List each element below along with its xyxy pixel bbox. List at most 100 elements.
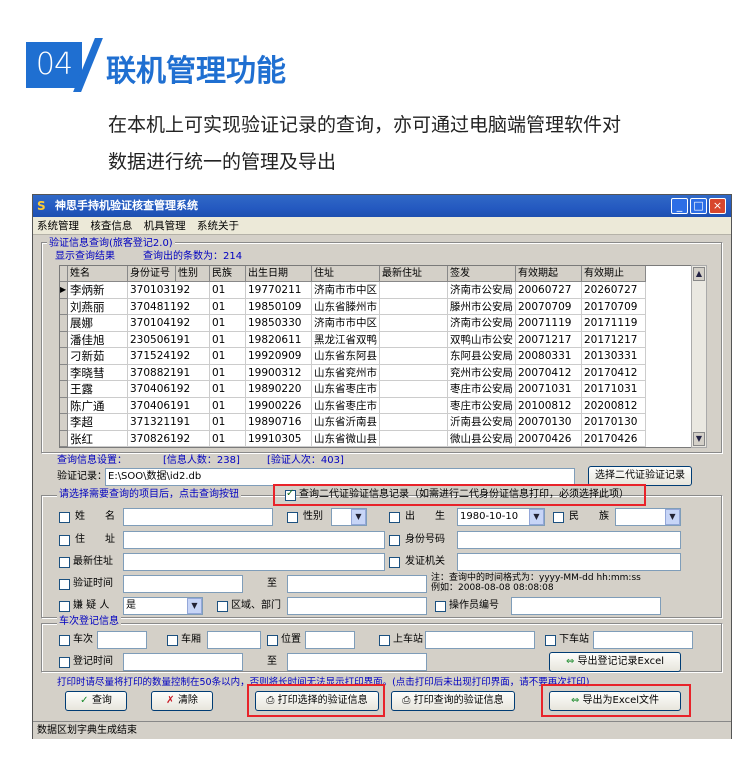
table-cell[interactable]: 枣庄市公安局 <box>448 381 516 398</box>
table-cell[interactable]: 刘燕丽 <box>68 298 128 315</box>
address-checkbox[interactable] <box>59 535 70 546</box>
table-cell[interactable] <box>380 397 448 414</box>
table-cell[interactable]: 王露 <box>68 381 128 398</box>
table-cell[interactable]: 19900312 <box>246 364 312 381</box>
board-field[interactable] <box>425 631 535 649</box>
table-cell[interactable] <box>380 298 448 315</box>
table-cell[interactable]: 山东省枣庄市 <box>312 397 380 414</box>
address-field[interactable] <box>123 531 385 549</box>
latest-address-checkbox[interactable] <box>59 557 70 568</box>
column-header[interactable]: 身份证号 <box>128 266 176 282</box>
table-cell[interactable]: 20080331 <box>516 348 582 365</box>
row-indicator[interactable] <box>60 430 68 447</box>
ethnic-checkbox[interactable] <box>553 512 564 523</box>
table-cell[interactable] <box>380 315 448 332</box>
issuer-field[interactable] <box>457 553 681 571</box>
table-cell[interactable] <box>380 381 448 398</box>
table-cell[interactable] <box>380 414 448 431</box>
gender-checkbox[interactable] <box>287 512 298 523</box>
table-cell[interactable]: 370406192 <box>128 381 210 398</box>
row-indicator[interactable] <box>60 298 68 315</box>
latest-address-field[interactable] <box>123 553 385 571</box>
table-cell[interactable]: 370826192 <box>128 430 210 447</box>
table-cell[interactable]: 01 <box>210 298 246 315</box>
table-cell[interactable]: 山东省微山县 <box>312 430 380 447</box>
table-cell[interactable]: 双鸭山市公安 <box>448 331 516 348</box>
reg-time-from-field[interactable] <box>123 653 243 671</box>
table-cell[interactable]: 20070412 <box>516 364 582 381</box>
table-cell[interactable]: 黑龙江省双鸭 <box>312 331 380 348</box>
table-cell[interactable]: 20170412 <box>582 364 646 381</box>
operator-checkbox[interactable] <box>435 601 446 612</box>
table-cell[interactable]: 370882191 <box>128 364 210 381</box>
table-cell[interactable]: 01 <box>210 414 246 431</box>
row-indicator[interactable] <box>60 381 68 398</box>
table-cell[interactable]: 济南市公安局 <box>448 315 516 332</box>
table-cell[interactable]: 20171119 <box>582 315 646 332</box>
table-cell[interactable]: 山东省枣庄市 <box>312 381 380 398</box>
alight-field[interactable] <box>593 631 693 649</box>
table-cell[interactable] <box>380 364 448 381</box>
table-cell[interactable] <box>380 430 448 447</box>
menu-system-manage[interactable]: 系统管理 <box>33 217 83 235</box>
table-cell[interactable]: 20100812 <box>516 397 582 414</box>
table-cell[interactable]: 370406191 <box>128 397 210 414</box>
table-cell[interactable]: 济南市市中区 <box>312 282 380 299</box>
column-header[interactable]: 最新住址 <box>380 266 448 282</box>
table-cell[interactable]: 20170426 <box>582 430 646 447</box>
table-cell[interactable]: 01 <box>210 397 246 414</box>
table-cell[interactable]: 20071031 <box>516 381 582 398</box>
scroll-down-icon[interactable]: ▼ <box>693 432 705 446</box>
table-cell[interactable]: 19890716 <box>246 414 312 431</box>
table-cell[interactable]: 20171031 <box>582 381 646 398</box>
table-cell[interactable]: 微山县公安局 <box>448 430 516 447</box>
table-cell[interactable]: 潘佳旭 <box>68 331 128 348</box>
table-cell[interactable]: 济南市公安局 <box>448 282 516 299</box>
table-cell[interactable]: 01 <box>210 282 246 299</box>
table-cell[interactable]: 20170709 <box>582 298 646 315</box>
table-cell[interactable]: 19820611 <box>246 331 312 348</box>
table-cell[interactable]: 20060727 <box>516 282 582 299</box>
table-cell[interactable]: 20200812 <box>582 397 646 414</box>
region-checkbox[interactable] <box>217 601 228 612</box>
clear-button[interactable]: ✗ 清除 <box>151 691 213 711</box>
birth-checkbox[interactable] <box>389 512 400 523</box>
menu-about[interactable]: 系统关于 <box>193 217 243 235</box>
row-indicator[interactable]: ▶ <box>60 282 68 299</box>
gender-dropdown-icon[interactable]: ▼ <box>351 509 366 525</box>
idnum-checkbox[interactable] <box>389 535 400 546</box>
suspect-checkbox[interactable] <box>59 601 70 612</box>
verify-time-from-field[interactable] <box>123 575 243 593</box>
table-cell[interactable]: 19850109 <box>246 298 312 315</box>
table-cell[interactable] <box>380 282 448 299</box>
table-cell[interactable]: 19890220 <box>246 381 312 398</box>
table-cell[interactable]: 20071217 <box>516 331 582 348</box>
train-no-checkbox[interactable] <box>59 635 70 646</box>
table-cell[interactable]: 李炳新 <box>68 282 128 299</box>
ethnic-dropdown-icon[interactable]: ▼ <box>665 509 680 525</box>
carriage-field[interactable] <box>207 631 261 649</box>
reg-time-to-field[interactable] <box>287 653 427 671</box>
table-cell[interactable]: 01 <box>210 315 246 332</box>
name-checkbox[interactable] <box>59 512 70 523</box>
export-registration-button[interactable]: ⇔ 导出登记记录Excel <box>549 652 681 672</box>
scroll-up-icon[interactable]: ▲ <box>693 267 705 281</box>
column-header[interactable]: 有效期止 <box>582 266 646 282</box>
carriage-checkbox[interactable] <box>167 635 178 646</box>
table-cell[interactable]: 滕州市公安局 <box>448 298 516 315</box>
verify-time-checkbox[interactable] <box>59 579 70 590</box>
column-header[interactable]: 姓名 <box>68 266 128 282</box>
table-cell[interactable]: 230506191 <box>128 331 210 348</box>
minimize-button[interactable]: _ <box>671 198 688 214</box>
column-header[interactable]: 民族 <box>210 266 246 282</box>
table-cell[interactable]: 李超 <box>68 414 128 431</box>
window-titlebar[interactable]: 神思手持机验证核查管理系统 <box>33 195 731 217</box>
table-cell[interactable]: 沂南县公安局 <box>448 414 516 431</box>
table-cell[interactable]: 山东省东阿县 <box>312 348 380 365</box>
table-cell[interactable]: 山东省兖州市 <box>312 364 380 381</box>
table-cell[interactable]: 20170130 <box>582 414 646 431</box>
table-cell[interactable] <box>380 348 448 365</box>
table-cell[interactable]: 01 <box>210 364 246 381</box>
table-cell[interactable]: 李晓彗 <box>68 364 128 381</box>
table-cell[interactable]: 01 <box>210 348 246 365</box>
